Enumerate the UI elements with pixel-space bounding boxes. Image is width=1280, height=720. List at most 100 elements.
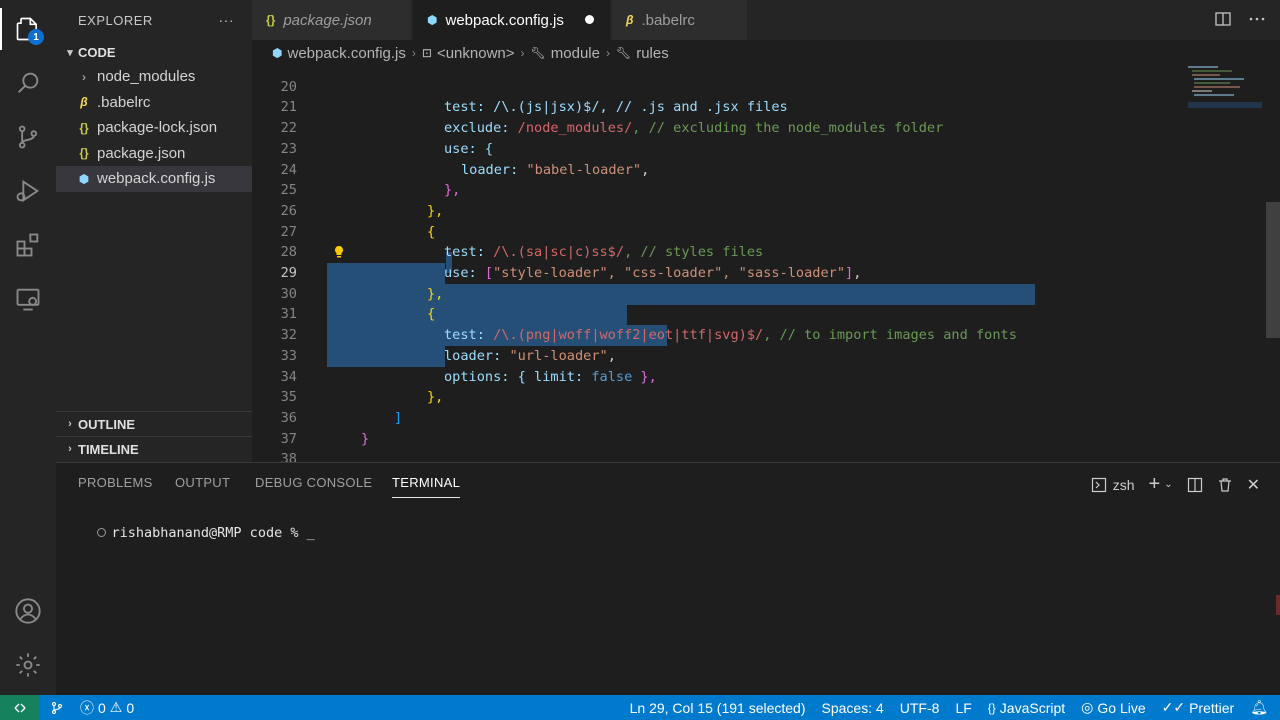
bottom-panel: PROBLEMS OUTPUT DEBUG CONSOLE TERMINAL z… [56,462,1280,695]
source-control-icon [51,701,63,714]
chevron-down-icon[interactable]: ⌄ [1164,479,1172,490]
symbol-icon: ⊡ [421,46,432,60]
account-icon[interactable] [0,584,56,638]
status-bar: ⓧ 0 ⚠ 0 Ln 29, Col 15 (191 selected) Space… [0,695,1280,720]
code-line: 22 use: { [252,97,1262,157]
more-actions-icon[interactable] [1248,10,1266,28]
breadcrumb-rules[interactable]: rules [636,45,669,62]
broadcast-icon: ◎ [1081,699,1094,715]
folder-name: CODE [78,44,116,60]
tree-item-babelrc[interactable]: β .babelrc [56,90,252,116]
code-line-current: 29 }, [252,242,1262,302]
code-line: 32 loader: "url-loader", [252,304,1262,364]
folder-code-section[interactable]: ▾ CODE [56,40,252,64]
code-line: 30 { [252,263,1262,323]
prettier-label: Prettier [1189,699,1235,716]
more-actions-icon[interactable]: ··· [219,12,235,28]
tree-item-label: package.json [97,144,186,162]
run-debug-icon[interactable] [0,164,56,218]
language-mode[interactable]: {} JavaScript [988,700,1065,716]
tab-debug-console[interactable]: DEBUG CONSOLE [255,475,372,490]
panel-actions: zsh + ⌄ ✕ [1091,473,1260,496]
extensions-icon[interactable] [0,218,56,272]
trash-icon[interactable] [1217,477,1233,493]
lightbulb-icon[interactable] [332,245,346,259]
activity-bar: 1 [0,0,56,695]
search-icon[interactable] [0,56,56,110]
git-branch-indicator[interactable] [50,701,64,715]
command-decoration-icon [96,528,106,537]
tree-item-package-json[interactable]: {} package.json [56,141,252,167]
json-icon: {} [79,146,89,161]
source-control-icon[interactable] [0,110,56,164]
breadcrumb-file[interactable]: webpack.config.js [287,45,405,62]
code-line: 28 use: ["style-loader", "css-loader", "… [252,222,1262,281]
code-line: 38 } [252,429,1262,462]
prettier-button[interactable]: ✓✓ Prettier [1162,699,1235,716]
chevron-right-icon: › [605,46,610,60]
tab-problems[interactable]: PROBLEMS [78,475,153,490]
editor-scrollbar[interactable] [1266,202,1280,338]
notifications-bell-icon[interactable]: 🔔︎ [1250,699,1268,716]
babel-icon: β [626,13,634,27]
webpack-icon: ⬢ [427,13,438,27]
tab-terminal[interactable]: TERMINAL [392,475,461,498]
tab-output[interactable]: OUTPUT [175,475,230,490]
tab-webpack-config[interactable]: ⬢ webpack.config.js [413,0,611,40]
explorer-title: EXPLORER [78,12,153,28]
unsaved-dot-icon[interactable] [585,15,594,24]
tree-item-package-lock[interactable]: {} package-lock.json [56,115,252,141]
end-of-line[interactable]: LF [955,700,971,716]
code-line: 26 { [252,180,1262,240]
line-number: 38 [280,451,297,462]
check-all-icon: ✓✓ [1161,699,1186,715]
terminal-prompt: rishabhanand@RMP code % _ [111,525,315,541]
indentation[interactable]: Spaces: 4 [822,700,884,716]
encoding[interactable]: UTF-8 [900,700,940,716]
explorer-icon[interactable]: 1 [0,2,56,56]
explorer-sidebar: EXPLORER ··· ▾ CODE › node_modules β .ba… [56,0,252,462]
tree-item-label: .babelrc [97,93,151,111]
code-editor[interactable]: 20 test: /\.(js|jsx)$/, // .js and .jsx … [252,66,1280,462]
code-line: 24 }, [252,139,1262,199]
chevron-right-icon: › [82,69,86,84]
language-label: JavaScript [999,699,1066,716]
settings-gear-icon[interactable] [0,638,56,692]
outline-section[interactable]: › OUTLINE [56,411,252,436]
remote-explorer-icon[interactable] [0,272,56,326]
tree-item-node-modules[interactable]: › node_modules [56,64,252,90]
terminal-shell-selector[interactable]: zsh [1091,477,1135,493]
split-editor-icon[interactable] [1214,10,1232,28]
code-line: 31 test: /\.(png|woff|woff2|eot|ttf|svg)… [252,284,1262,343]
go-live-label: Go Live [1097,699,1146,716]
wrench-icon: 🔧︎ [615,46,632,60]
remote-indicator[interactable] [0,695,40,720]
warning-count: 0 [126,699,135,716]
timeline-section[interactable]: › TIMELINE [56,436,252,461]
tab-babelrc[interactable]: β .babelrc [612,0,748,40]
code-line: 33 options: { limit: false }, [252,325,1262,385]
code-line: 27 test: /\.(sa|sc|c)ss$/, // styles fil… [252,201,1262,261]
breadcrumb-module[interactable]: module [551,45,600,62]
split-terminal-icon[interactable] [1187,477,1203,493]
code-line: 35 ] [252,367,1262,426]
add-terminal-icon[interactable]: + [1149,473,1161,496]
outline-label: OUTLINE [78,416,136,432]
cursor-position[interactable]: Ln 29, Col 15 (191 selected) [630,700,806,716]
tree-item-webpack-config[interactable]: ⬢ webpack.config.js [56,166,252,192]
minimap[interactable] [1188,66,1262,110]
chevron-right-icon: › [411,46,416,60]
shell-name: zsh [1112,476,1135,493]
go-live-button[interactable]: ◎ Go Live [1081,699,1145,716]
close-icon[interactable]: ✕ [1247,475,1260,495]
problems-indicator[interactable]: ⓧ 0 ⚠ 0 [80,698,134,718]
terminal-output[interactable]: rishabhanand@RMP code % _ [64,509,315,557]
babel-icon: β [80,95,88,110]
tab-package-json[interactable]: {} package.json [252,0,412,40]
overview-ruler-marker [1276,595,1280,615]
json-icon: {} [79,120,89,135]
code-line: 25 }, [252,160,1262,219]
chevron-right-icon: › [68,418,72,430]
status-right: Ln 29, Col 15 (191 selected) Spaces: 4 U… [630,695,1268,720]
breadcrumb-unknown[interactable]: <unknown> [437,45,515,62]
